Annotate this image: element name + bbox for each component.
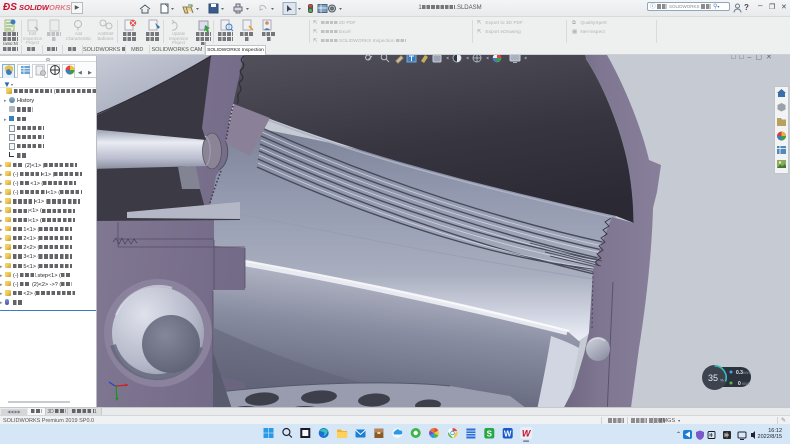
svg-text:W: W xyxy=(504,430,512,439)
svg-text:W: W xyxy=(522,429,532,439)
svg-text:0: 0 xyxy=(738,381,741,387)
svg-text:35: 35 xyxy=(708,373,718,383)
svg-text:%: % xyxy=(720,378,724,383)
svg-text:KB/S: KB/S xyxy=(743,371,752,375)
svg-text:KB/S: KB/S xyxy=(742,382,751,386)
svg-text:S: S xyxy=(487,430,493,439)
